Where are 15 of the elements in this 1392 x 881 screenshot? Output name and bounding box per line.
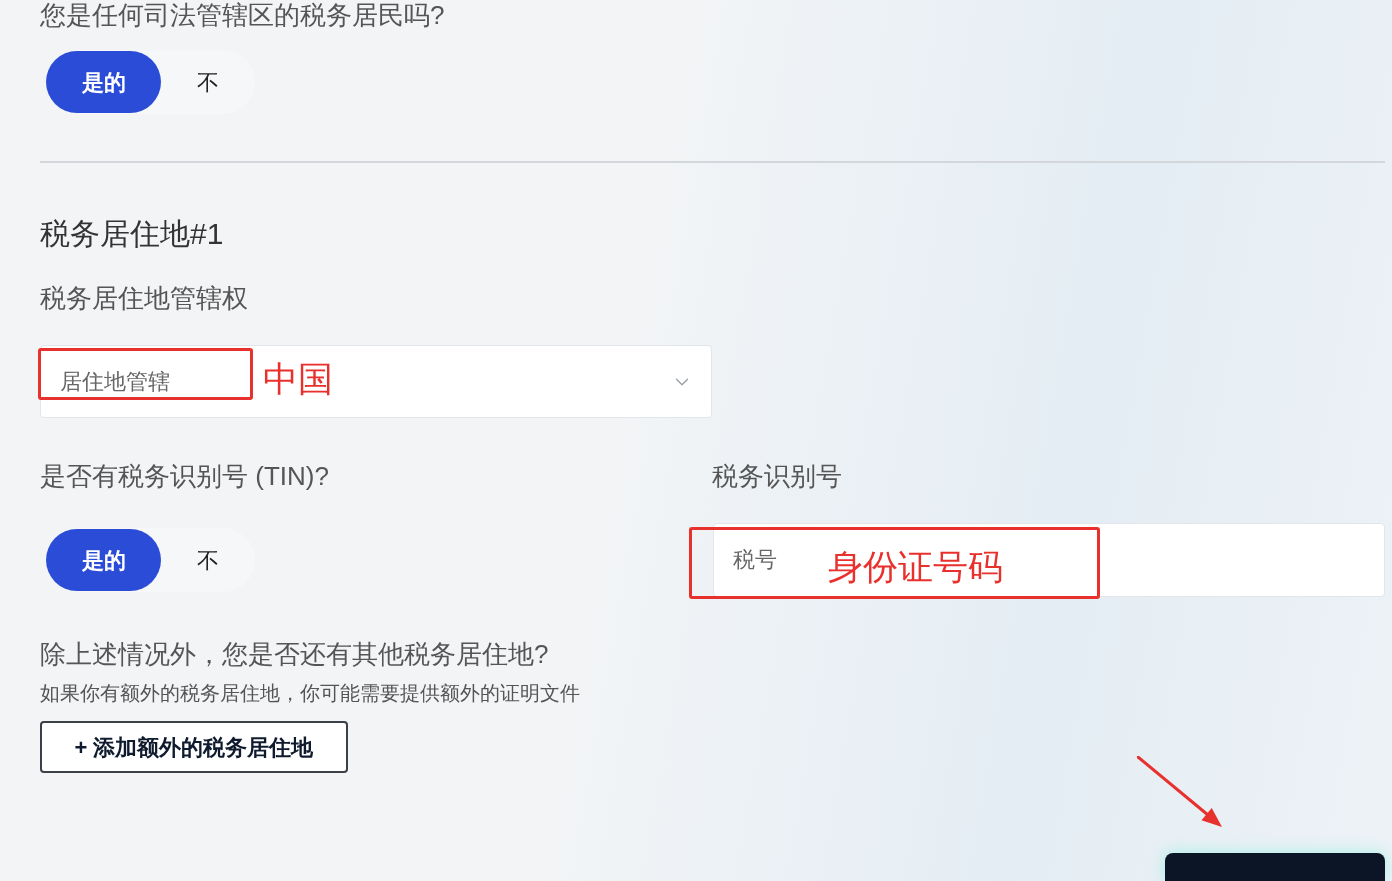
hint-text: 如果你有额外的税务居住地，你可能需要提供额外的证明文件 — [40, 681, 580, 706]
section-title: 税务居住地#1 — [40, 216, 224, 252]
option-button[interactable]: 是的 — [46, 51, 161, 113]
option-button[interactable]: 不 — [161, 51, 255, 113]
annotation-text: 身份证号码 — [828, 546, 1003, 588]
question-label: 除上述情况外，您是否还有其他税务居住地? — [40, 638, 549, 670]
question-label: 您是任何司法管辖区的税务居民吗? — [40, 0, 445, 30]
option-button[interactable]: 不 — [161, 529, 255, 591]
field-label: 税务居住地管辖权 — [40, 282, 248, 314]
action-button[interactable] — [1165, 853, 1385, 881]
add-residence-button[interactable]: + 添加额外的税务居住地 — [40, 721, 348, 773]
field-label: 是否有税务识别号 (TIN)? — [40, 460, 329, 492]
option-button[interactable]: 是的 — [46, 529, 161, 591]
annotation-text: 中国 — [263, 358, 333, 400]
field-label: 税务识别号 — [712, 460, 842, 492]
